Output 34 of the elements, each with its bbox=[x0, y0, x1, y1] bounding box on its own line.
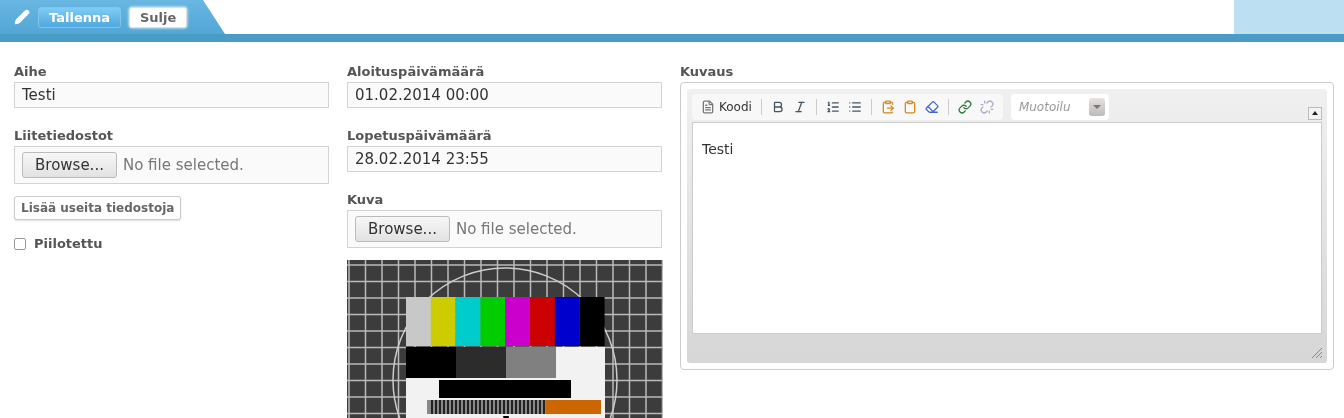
clipboard-icon bbox=[880, 100, 895, 114]
italic-icon bbox=[792, 100, 807, 114]
pencil-icon bbox=[14, 9, 30, 25]
dropdown-arrow-icon bbox=[1092, 105, 1101, 109]
clipboard-icon bbox=[902, 100, 917, 114]
date-field[interactable]: 28.02.2014 23:55 bbox=[347, 146, 662, 172]
input-field[interactable]: Testi bbox=[14, 82, 329, 108]
browse-button[interactable]: Browse... bbox=[355, 216, 450, 242]
resize-handle-icon[interactable] bbox=[1312, 348, 1322, 358]
document-icon bbox=[701, 100, 715, 114]
field-label: Kuva bbox=[347, 192, 385, 207]
add-files-button[interactable]: Lisää useita tiedostoja bbox=[14, 196, 182, 220]
unlink-icon bbox=[979, 100, 994, 114]
checkbox-label: Piilotettu bbox=[34, 236, 103, 251]
source-button[interactable]: Koodi bbox=[698, 98, 755, 116]
eraser-icon bbox=[924, 100, 939, 114]
file-status: No file selected. bbox=[122, 156, 244, 174]
field-label: Liitetiedostot bbox=[14, 128, 115, 143]
checkbox[interactable] bbox=[14, 237, 26, 250]
date-field[interactable]: 01.02.2014 00:00 bbox=[347, 82, 662, 108]
field-label: Aloituspäivämäärä bbox=[347, 64, 486, 79]
numbered-list-icon bbox=[825, 100, 840, 114]
editor-content[interactable]: Testi bbox=[692, 122, 1322, 334]
close-button[interactable]: Sulje bbox=[129, 6, 188, 28]
field-label: Kuvaus bbox=[680, 64, 735, 79]
field-label: Aihe bbox=[14, 64, 48, 79]
collapse-toolbar-button[interactable] bbox=[1308, 106, 1322, 120]
up-arrow-icon bbox=[1312, 111, 1318, 115]
bullet-list-icon bbox=[847, 100, 862, 114]
field-label: Lopetuspäivämäärä bbox=[347, 128, 493, 143]
browse-button[interactable]: Browse... bbox=[22, 152, 117, 178]
file-status: No file selected. bbox=[455, 220, 577, 238]
link-icon bbox=[957, 100, 972, 114]
format-placeholder: Muotoilu bbox=[1018, 100, 1071, 114]
